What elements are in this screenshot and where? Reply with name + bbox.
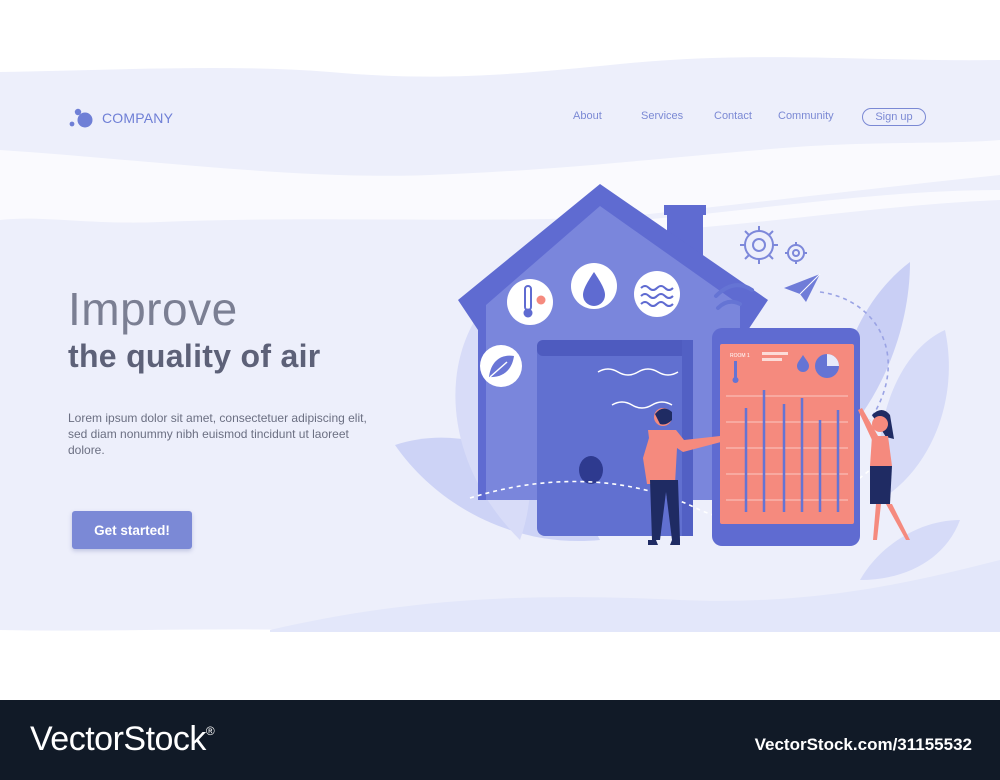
watermark-logo-text: VectorStock [30, 720, 206, 758]
tablet-room-label: ROOM 1 [730, 353, 750, 359]
signup-button[interactable]: Sign up [862, 108, 926, 126]
nav-services[interactable]: Services [641, 110, 683, 122]
pie-chart-icon [815, 354, 839, 378]
wind-waves-icon [634, 271, 680, 317]
water-drop-icon [571, 263, 617, 309]
watermark-url: VectorStock.com/31155532 [754, 735, 972, 754]
watermark-bar: VectorStock® VectorStock.com/31155532 [0, 700, 1000, 780]
watermark-logo: VectorStock® [30, 720, 215, 759]
hero-title-line1: Improve [68, 283, 238, 335]
leaf-icon [480, 345, 522, 387]
air-quality-illustration: ROOM 1 [395, 184, 960, 580]
nav-community[interactable]: Community [778, 110, 834, 122]
get-started-button[interactable]: Get started! [72, 511, 192, 549]
paper-plane-icon [784, 273, 821, 302]
hero-description: Lorem ipsum dolor sit amet, consectetuer… [68, 411, 367, 457]
thermometer-icon [507, 279, 553, 325]
top-nav: About Services Contact Community Sign up [0, 108, 1000, 128]
nav-about[interactable]: About [573, 110, 602, 122]
nav-contact[interactable]: Contact [714, 110, 752, 122]
tablet-device: ROOM 1 [712, 328, 860, 546]
hero-title-line2: the quality of air [68, 338, 321, 374]
watermark-registered-mark: ® [205, 724, 215, 738]
gear-icon [740, 226, 807, 264]
